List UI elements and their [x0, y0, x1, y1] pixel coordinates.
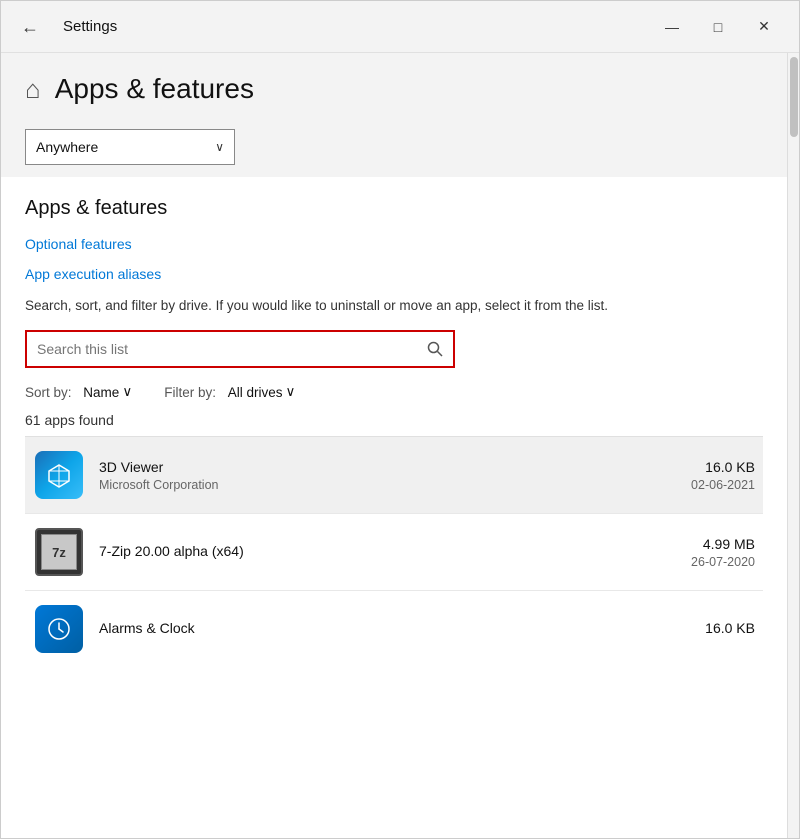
title-bar-left: ← Settings	[13, 14, 117, 40]
app-meta: 16.0 KB	[665, 620, 755, 639]
sort-value-button[interactable]: Name ∨	[83, 384, 132, 400]
app-icon-wrapper	[33, 449, 85, 501]
7zip-inner-icon: 7z	[41, 534, 77, 570]
app-meta: 16.0 KB 02-06-2021	[665, 459, 755, 492]
page-title: Apps & features	[55, 73, 254, 105]
app-info: Alarms & Clock	[99, 620, 665, 639]
table-row[interactable]: 3D Viewer Microsoft Corporation 16.0 KB …	[25, 437, 763, 514]
filter-label: Filter by:	[164, 385, 216, 400]
alarms-icon	[35, 605, 83, 653]
sort-chevron-icon: ∨	[122, 384, 132, 400]
sort-value-text: Name	[83, 385, 119, 400]
home-icon: ⌂	[25, 74, 41, 105]
anywhere-dropdown[interactable]: Anywhere ∨	[25, 129, 235, 165]
scrollbar-track[interactable]	[787, 53, 799, 838]
app-date: 02-06-2021	[665, 478, 755, 492]
optional-features-link[interactable]: Optional features	[25, 236, 763, 252]
app-name: 7-Zip 20.00 alpha (x64)	[99, 543, 665, 559]
window-title: Settings	[63, 18, 117, 35]
scrollbar-thumb[interactable]	[790, 57, 798, 137]
title-bar-controls: — □ ✕	[649, 1, 787, 53]
sort-label: Sort by:	[25, 385, 72, 400]
app-icon-wrapper: 7z	[33, 526, 85, 578]
app-info: 3D Viewer Microsoft Corporation	[99, 459, 665, 492]
7zip-icon: 7z	[35, 528, 83, 576]
app-meta: 4.99 MB 26-07-2020	[665, 536, 755, 569]
filter-item: Filter by: All drives ∨	[164, 384, 295, 400]
app-publisher: Microsoft Corporation	[99, 478, 665, 492]
sort-filter-row: Sort by: Name ∨ Filter by: All drives ∨	[25, 384, 763, 400]
app-size: 16.0 KB	[665, 459, 755, 475]
section-content: Apps & features Optional features App ex…	[1, 177, 787, 687]
maximize-button[interactable]: □	[695, 1, 741, 53]
sort-item: Sort by: Name ∨	[25, 384, 132, 400]
app-execution-aliases-link[interactable]: App execution aliases	[25, 266, 763, 282]
section-title: Apps & features	[25, 197, 763, 220]
description-text: Search, sort, and filter by drive. If yo…	[25, 296, 665, 316]
3d-viewer-icon	[35, 451, 83, 499]
app-info: 7-Zip 20.00 alpha (x64)	[99, 543, 665, 562]
filter-value-button[interactable]: All drives ∨	[228, 384, 296, 400]
dropdown-value: Anywhere	[36, 139, 98, 155]
app-size: 4.99 MB	[665, 536, 755, 552]
content-area: ⌂ Apps & features Anywhere ∨ Apps & feat…	[1, 53, 799, 838]
cube-icon	[45, 461, 73, 489]
filter-chevron-icon: ∨	[286, 384, 296, 400]
back-button[interactable]: ←	[13, 14, 47, 40]
filter-value-text: All drives	[228, 385, 283, 400]
app-icon-wrapper	[33, 603, 85, 655]
apps-count: 61 apps found	[25, 412, 763, 428]
search-box	[25, 330, 455, 368]
search-button[interactable]	[417, 331, 453, 367]
main-content: ⌂ Apps & features Anywhere ∨ Apps & feat…	[1, 53, 787, 838]
title-bar: ← Settings — □ ✕	[1, 1, 799, 53]
dropdown-section: Anywhere ∨	[1, 121, 787, 177]
page-header: ⌂ Apps & features	[1, 53, 787, 121]
close-button[interactable]: ✕	[741, 1, 787, 53]
search-icon	[427, 341, 443, 357]
search-input[interactable]	[27, 341, 417, 357]
minimize-button[interactable]: —	[649, 1, 695, 53]
app-size: 16.0 KB	[665, 620, 755, 636]
app-name: 3D Viewer	[99, 459, 665, 475]
table-row[interactable]: Alarms & Clock 16.0 KB	[25, 591, 763, 667]
app-name: Alarms & Clock	[99, 620, 665, 636]
settings-window: ← Settings — □ ✕ ⌂ Apps & features Anywh…	[0, 0, 800, 839]
clock-icon	[46, 616, 72, 642]
chevron-down-icon: ∨	[215, 140, 224, 154]
app-list: 3D Viewer Microsoft Corporation 16.0 KB …	[25, 436, 763, 667]
app-date: 26-07-2020	[665, 555, 755, 569]
table-row[interactable]: 7z 7-Zip 20.00 alpha (x64) 4.99 MB 26-07…	[25, 514, 763, 591]
